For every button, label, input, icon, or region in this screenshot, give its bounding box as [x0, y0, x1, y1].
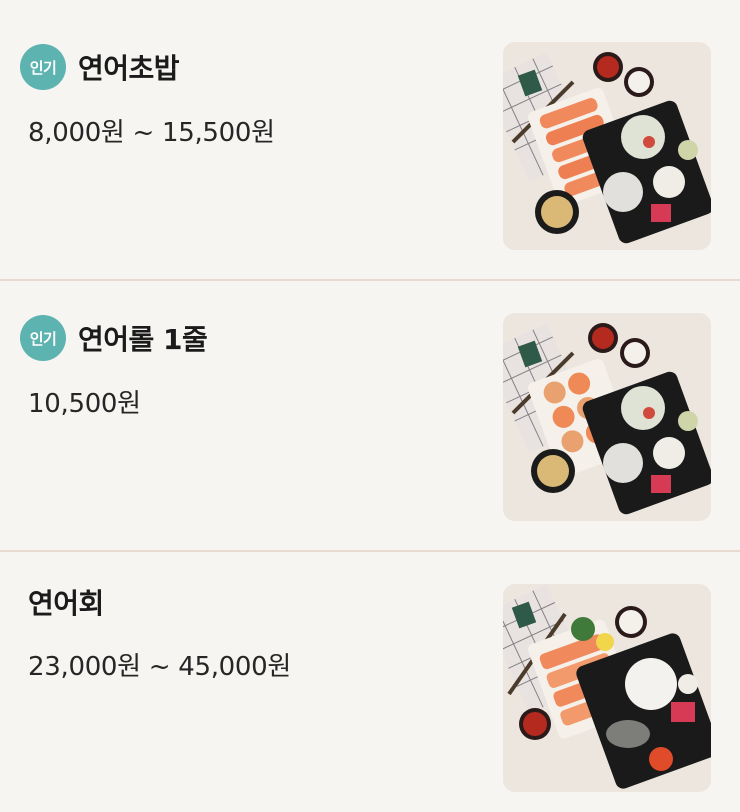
- salmon-roll-box-photo: [503, 313, 711, 521]
- popular-badge: 인기: [20, 315, 66, 361]
- menu-item-name: 연어롤 1줄: [78, 323, 208, 356]
- popular-badge: 인기: [20, 44, 66, 90]
- menu-item-salmon-sushi[interactable]: 인기 연어초밥 8,000원 ~ 15,500원: [0, 0, 740, 280]
- menu-item-title-row: 인기 연어롤 1줄: [20, 315, 208, 361]
- menu-item-name: 연어초밥: [78, 52, 180, 85]
- menu-item-price: 23,000원 ~ 45,000원: [28, 652, 292, 682]
- menu-item-price: 8,000원 ~ 15,500원: [28, 118, 275, 148]
- menu-item-salmon-sashimi[interactable]: 연어회 23,000원 ~ 45,000원: [0, 552, 740, 812]
- menu-item-title-row: 인기 연어초밥: [20, 44, 180, 90]
- menu-item-title-row: 연어회: [20, 582, 104, 622]
- menu-item-salmon-roll[interactable]: 인기 연어롤 1줄 10,500원: [0, 281, 740, 551]
- salmon-sushi-box-photo: [503, 42, 711, 250]
- menu-item-name: 연어회: [28, 587, 104, 620]
- salmon-sashimi-box-photo: [503, 584, 711, 792]
- menu-item-price: 10,500원: [28, 389, 141, 419]
